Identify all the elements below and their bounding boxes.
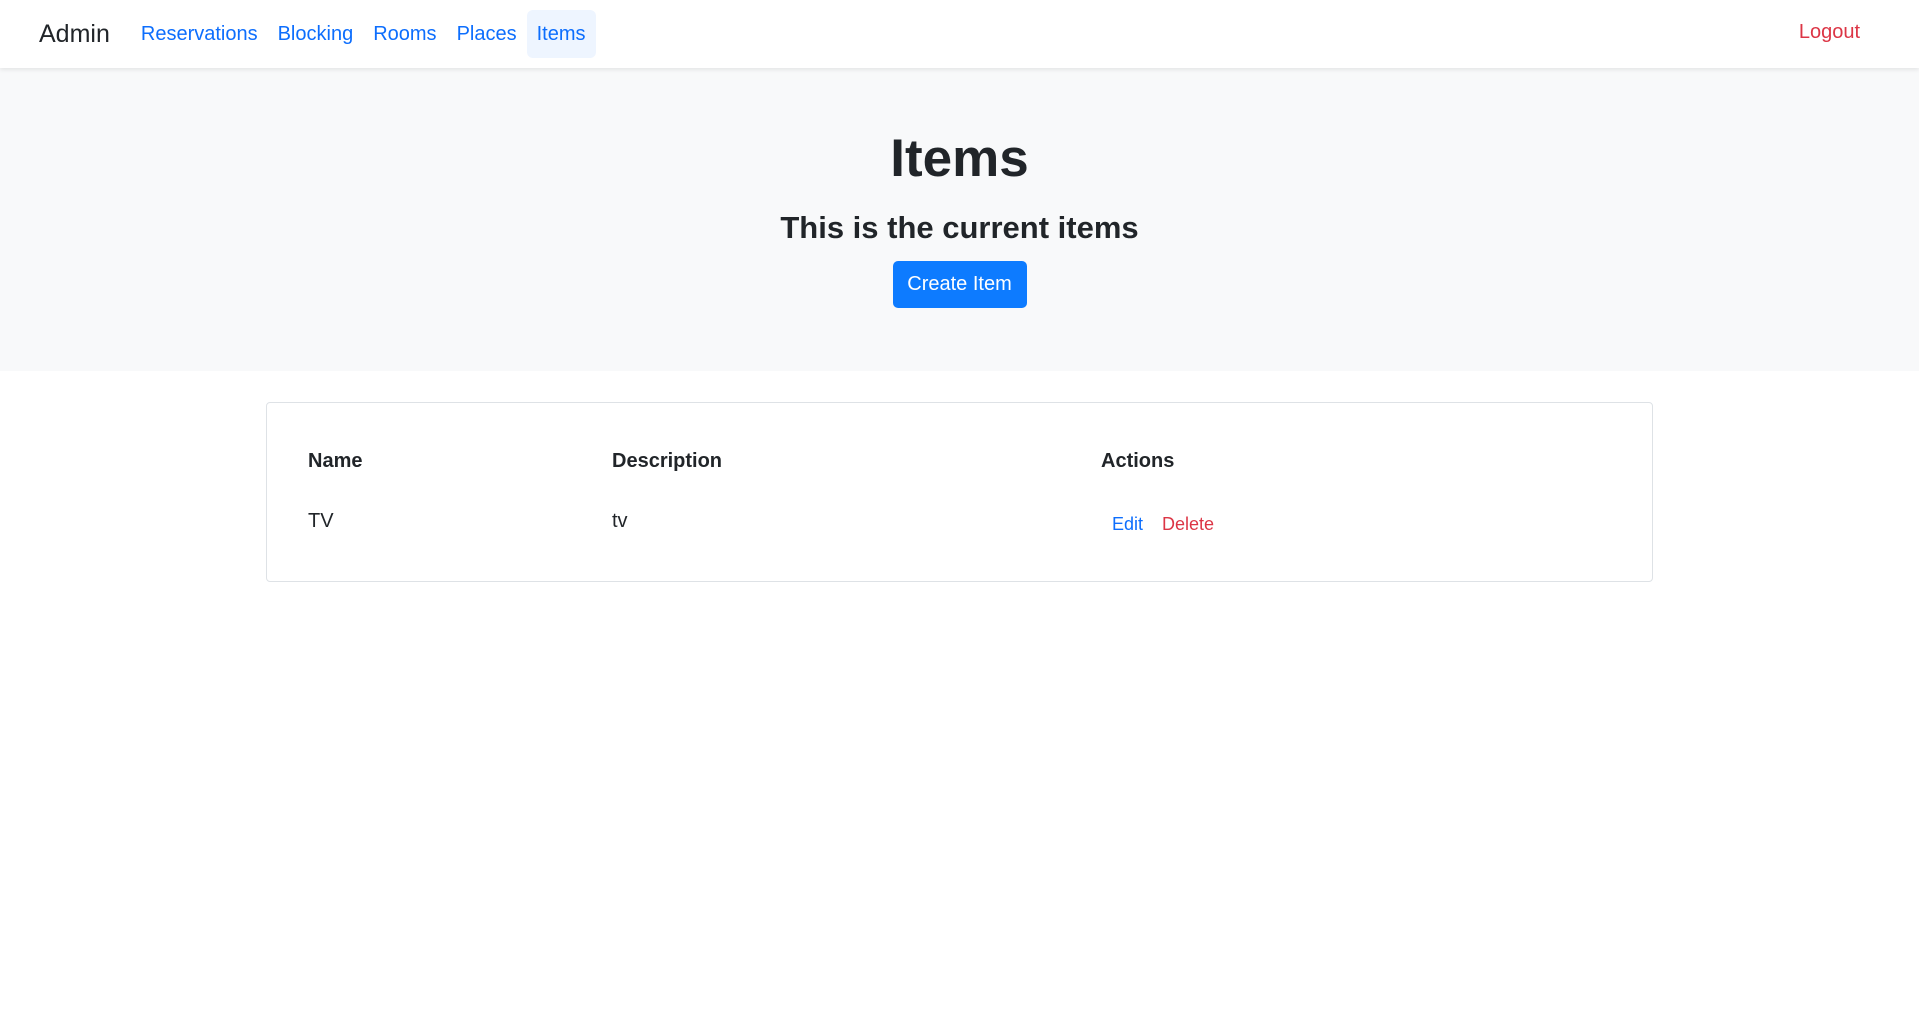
- column-header-description: Description: [612, 450, 723, 472]
- edit-button[interactable]: Edit: [1112, 515, 1143, 533]
- hero-section: Items This is the current items Create I…: [0, 68, 1919, 371]
- delete-button[interactable]: Delete: [1162, 515, 1214, 533]
- page-title: Items: [890, 129, 1029, 188]
- cell-description: tv: [612, 510, 628, 532]
- nav-link-rooms[interactable]: Rooms: [363, 10, 446, 58]
- items-table-card: Name Description Actions TV tv Edit Dele…: [266, 402, 1653, 582]
- nav-links: Reservations Blocking Rooms Places Items: [131, 10, 596, 58]
- nav-link-items[interactable]: Items: [526, 10, 596, 58]
- column-header-name: Name: [308, 450, 363, 472]
- create-item-button[interactable]: Create Item: [892, 261, 1027, 308]
- top-navbar: Admin Reservations Blocking Rooms Places…: [0, 0, 1919, 68]
- column-header-actions: Actions: [1101, 450, 1175, 472]
- page-subtitle: This is the current items: [780, 210, 1139, 245]
- cell-name: TV: [308, 510, 334, 532]
- nav-link-places[interactable]: Places: [447, 10, 527, 58]
- brand-link[interactable]: Admin: [39, 21, 110, 47]
- nav-link-reservations[interactable]: Reservations: [131, 10, 268, 58]
- nav-link-blocking[interactable]: Blocking: [268, 10, 364, 58]
- logout-link[interactable]: Logout: [1799, 22, 1860, 42]
